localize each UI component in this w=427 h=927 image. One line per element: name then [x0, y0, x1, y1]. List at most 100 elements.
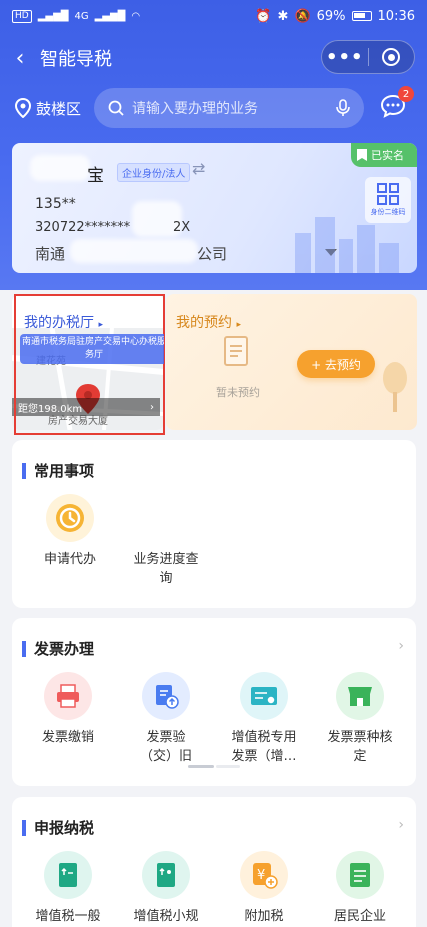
no-appointment-text: 暂未预约 — [216, 386, 260, 399]
wifi-icon: ◠ — [131, 10, 141, 22]
printer-icon — [44, 672, 92, 720]
invoice-section: 发票办理 › 发票缴销 发票验（交）旧 增值税专用发票（增… 发票票种核定 — [12, 618, 416, 786]
microphone-icon[interactable] — [336, 99, 350, 117]
header-background: HD ▂▄▆█ 4G ▂▄▆█ ◠ ⏰ ✱ 🔕 69% 10:36 ‹ 智能导税… — [0, 0, 427, 290]
caret-right-icon: ▸ — [236, 320, 241, 330]
search-row: 鼓楼区 请输入要办理的业务 2 — [0, 86, 427, 130]
network-indicator: 4G — [74, 10, 89, 22]
item-label: 发票票种核定 — [327, 730, 393, 764]
qr-label: 身份二维码 — [370, 208, 406, 216]
section-accent-bar — [22, 819, 26, 836]
location-selector[interactable]: 鼓楼区 — [0, 98, 94, 119]
common-item-apply-agent[interactable]: 申请代办 — [20, 494, 120, 569]
common-item-progress-query[interactable]: 业务进度查询 — [116, 494, 216, 588]
chevron-left-icon[interactable]: ‹ — [0, 46, 40, 71]
item-label: 增值税专用发票（增… — [231, 730, 297, 764]
document-icon — [224, 336, 248, 366]
invoice-item-vat-special[interactable]: 增值税专用发票（增… — [214, 672, 314, 766]
company-name: 南通 — [35, 245, 66, 263]
tax-hall-subtitle: 南通市税务局驻房产交易中心办税服务厅 — [20, 334, 164, 364]
invoice-item-cancel[interactable]: 发票缴销 — [18, 672, 118, 747]
clock-text: 10:36 — [377, 8, 415, 24]
id-number: 320722******* — [35, 220, 131, 235]
bluetooth-icon: ✱ — [277, 8, 289, 24]
alarm-icon: ⏰ — [255, 8, 272, 24]
item-label: 发票缴销 — [41, 730, 94, 745]
mini-program-capsule: ••• — [321, 40, 415, 74]
hd-indicator: HD — [12, 9, 32, 23]
message-button[interactable]: 2 — [380, 86, 414, 122]
signal-icon-2: ▂▄▆█ — [94, 10, 126, 22]
declare-item-vat-general[interactable]: 增值税一般 — [18, 851, 118, 926]
chevron-right-icon[interactable]: › — [398, 817, 404, 833]
declare-section: 申报纳税 › 增值税一般 增值税小规 ¥ 附加税 居民企业 — [12, 797, 416, 927]
search-input[interactable]: 请输入要办理的业务 — [94, 88, 364, 128]
tax-hall-title[interactable]: 我的办税厅 ▸ — [24, 312, 103, 332]
message-badge: 2 — [398, 86, 414, 102]
identity-card[interactable]: 已实名 宝 企业身份/法人 ⇄ 135** 320722******* 2X 南… — [12, 143, 417, 273]
signal-icon: ▂▄▆█ — [37, 10, 69, 22]
verified-label: 已实名 — [371, 149, 404, 162]
enterprise-doc-icon — [336, 851, 384, 899]
item-label: 申请代办 — [43, 552, 96, 567]
make-appointment-button[interactable]: + 去预约 — [297, 350, 375, 378]
item-label: 增值税小规 — [133, 909, 199, 924]
swap-arrows-icon[interactable]: ⇄ — [192, 159, 205, 178]
search-icon — [108, 100, 124, 116]
declare-general-icon — [44, 851, 92, 899]
flag-icon — [357, 149, 367, 161]
location-label: 鼓楼区 — [36, 99, 82, 118]
declare-small-icon — [142, 851, 190, 899]
page-indicator — [188, 765, 240, 769]
item-label: 发票验（交）旧 — [139, 730, 192, 764]
appointment-title[interactable]: 我的预约 ▸ — [176, 312, 241, 332]
company-redaction — [70, 239, 198, 263]
status-bar: HD ▂▄▆█ 4G ▂▄▆█ ◠ ⏰ ✱ 🔕 69% 10:36 — [0, 0, 427, 32]
item-label: 附加税 — [244, 909, 284, 924]
identity-qr-button[interactable]: 身份二维码 — [365, 177, 411, 223]
more-dots-icon[interactable]: ••• — [322, 47, 368, 68]
item-label: 居民企业 — [333, 909, 386, 924]
mute-icon: 🔕 — [294, 8, 311, 24]
item-label: 增值税一般 — [35, 909, 101, 924]
target-circle-icon[interactable] — [369, 48, 415, 66]
my-appointment-card[interactable]: 我的预约 ▸ 暂未预约 + 去预约 — [166, 294, 417, 430]
progress-icon — [142, 494, 190, 542]
role-tag: 企业身份/法人 — [117, 163, 191, 182]
common-items-section: 常用事项 申请代办 业务进度查询 — [12, 440, 416, 608]
user-name: 宝 — [87, 166, 104, 186]
phone-number: 135** — [35, 196, 76, 212]
clock-icon — [46, 494, 94, 542]
page-title: 智能导税 — [40, 49, 112, 70]
section-accent-bar — [22, 640, 26, 657]
verified-badge: 已实名 — [351, 143, 417, 167]
page-dot — [216, 765, 240, 768]
item-label: 业务进度查询 — [133, 552, 199, 586]
section-title: 申报纳税 — [22, 817, 94, 838]
chevron-right-icon[interactable]: › — [398, 638, 404, 654]
section-accent-bar — [22, 462, 26, 479]
declare-item-surtax[interactable]: ¥ 附加税 — [214, 851, 314, 926]
invoice-upload-icon — [142, 672, 190, 720]
battery-icon — [351, 11, 372, 21]
app-screen: HD ▂▄▆█ 4G ▂▄▆█ ◠ ⏰ ✱ 🔕 69% 10:36 ‹ 智能导税… — [0, 0, 427, 927]
qr-code-icon — [377, 183, 399, 205]
caret-right-icon: ▸ — [98, 320, 103, 330]
tree-illustration — [383, 362, 407, 412]
battery-text: 69% — [316, 8, 346, 24]
id-number-suffix: 2X — [173, 220, 191, 235]
vat-invoice-icon — [240, 672, 288, 720]
name-redaction — [30, 155, 90, 181]
invoice-item-verify[interactable]: 发票验（交）旧 — [116, 672, 216, 766]
invoice-item-type-approve[interactable]: 发票票种核定 — [310, 672, 410, 766]
company-name-suffix: 公司 — [197, 245, 228, 263]
declare-item-resident-enterprise[interactable]: 居民企业 — [310, 851, 410, 926]
surtax-icon: ¥ — [240, 851, 288, 899]
section-title: 常用事项 — [22, 460, 94, 481]
shop-icon — [336, 672, 384, 720]
svg-text:¥: ¥ — [257, 868, 265, 883]
map-pin-icon — [14, 98, 32, 118]
search-placeholder: 请输入要办理的业务 — [132, 101, 258, 117]
page-dot-active — [188, 765, 214, 768]
declare-item-vat-small[interactable]: 增值税小规 — [116, 851, 216, 926]
